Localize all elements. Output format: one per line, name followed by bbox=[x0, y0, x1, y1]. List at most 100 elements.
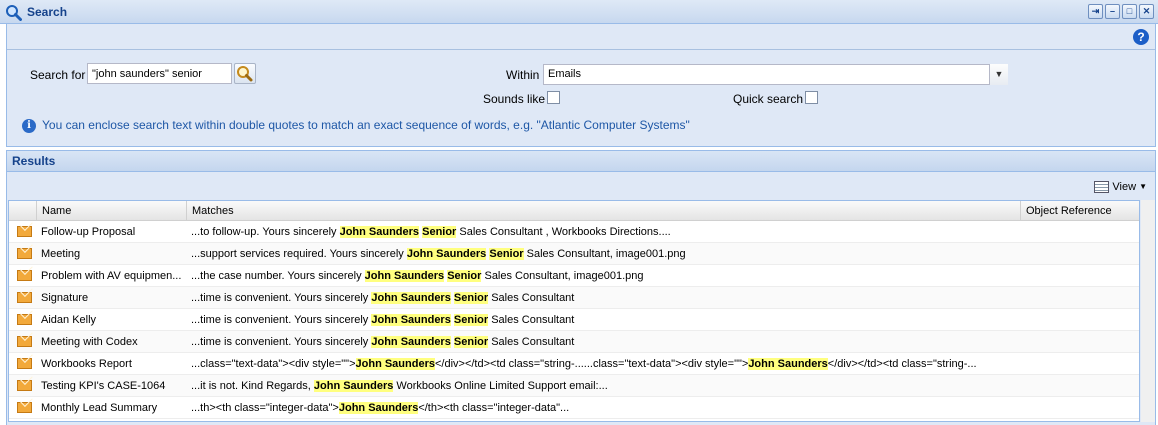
window-title: Search bbox=[27, 5, 68, 19]
search-form: Search for Within Emails ▼ Sounds like Q… bbox=[7, 49, 1155, 147]
column-header-matches[interactable]: Matches bbox=[186, 201, 1020, 221]
row-matches: ...time is convenient. Yours sincerely J… bbox=[186, 331, 1020, 353]
info-icon: i bbox=[22, 119, 36, 133]
match-text: ...time is convenient. Yours sincerely bbox=[191, 292, 372, 304]
match-text: </th><th class="integer-data"... bbox=[418, 402, 570, 414]
match-text: ...time is convenient. Yours sincerely bbox=[191, 314, 372, 326]
match-text: Sales Consultant, image001.png bbox=[523, 248, 686, 260]
table-row[interactable]: Testing KPI's CASE-1064 ...it is not. Kin… bbox=[9, 375, 1139, 397]
maximize-button[interactable]: □ bbox=[1122, 4, 1137, 19]
table-row[interactable]: Problem with AV equipmen... ...the case n… bbox=[9, 265, 1139, 287]
row-matches: ...class="text-data"><div style="">John … bbox=[186, 353, 1020, 375]
sounds-like-checkbox[interactable] bbox=[547, 91, 560, 104]
row-matches: ...time is convenient. Yours sincerely J… bbox=[186, 287, 1020, 309]
table-row[interactable]: Aidan Kelly ...time is convenient. Yours … bbox=[9, 309, 1139, 331]
match-text: </div></td><td class="string-... bbox=[827, 358, 977, 370]
email-icon bbox=[17, 314, 32, 325]
row-matches: ...support services required. Yours sinc… bbox=[186, 243, 1020, 265]
row-name[interactable]: Monthly Lead Summary bbox=[36, 397, 186, 419]
results-title: Results bbox=[12, 154, 56, 168]
match-text: ...to follow-up. Yours sincerely bbox=[191, 226, 340, 238]
quick-search-checkbox[interactable] bbox=[805, 91, 818, 104]
match-highlight: John Saunders bbox=[364, 270, 445, 282]
icon-column-header bbox=[9, 201, 36, 221]
row-object-reference bbox=[1020, 397, 1139, 419]
match-highlight: John Saunders bbox=[313, 380, 394, 392]
table-row[interactable]: Meeting ...support services required. You… bbox=[9, 243, 1139, 265]
search-for-label: Search for bbox=[30, 68, 86, 82]
results-grid: Name Matches Object Reference Follow-up … bbox=[8, 200, 1140, 422]
row-name[interactable]: Meeting with Codex bbox=[36, 331, 186, 353]
row-object-reference bbox=[1020, 265, 1139, 287]
row-matches: ...it is not. Kind Regards, John Saunder… bbox=[186, 375, 1020, 397]
table-row[interactable]: Signature ...time is convenient. Yours si… bbox=[9, 287, 1139, 309]
match-text: ...support services required. Yours sinc… bbox=[191, 248, 407, 260]
quick-search-label: Quick search bbox=[733, 92, 804, 106]
email-icon bbox=[17, 380, 32, 391]
sounds-like-label: Sounds like bbox=[483, 92, 546, 106]
search-form-panel: ? Search for Within Emails ▼ Sounds like… bbox=[6, 24, 1156, 147]
email-icon bbox=[17, 248, 32, 259]
email-icon bbox=[17, 336, 32, 347]
row-name[interactable]: Problem with AV equipmen... bbox=[36, 265, 186, 287]
dropdown-arrow-icon: ▼ bbox=[1139, 182, 1147, 191]
match-highlight: Senior bbox=[447, 270, 482, 282]
match-text: Sales Consultant bbox=[488, 292, 575, 304]
results-panel: View ▼ Name Matches Object Reference Fol… bbox=[6, 172, 1156, 425]
email-icon bbox=[17, 358, 32, 369]
match-highlight: Senior bbox=[489, 248, 524, 260]
email-icon bbox=[17, 292, 32, 303]
row-name[interactable]: Aidan Kelly bbox=[36, 309, 186, 331]
match-highlight: Senior bbox=[422, 226, 457, 238]
row-object-reference bbox=[1020, 287, 1139, 309]
chevron-down-icon[interactable]: ▼ bbox=[989, 64, 1008, 85]
help-icon[interactable]: ? bbox=[1133, 29, 1149, 45]
row-object-reference bbox=[1020, 331, 1139, 353]
match-text: Workbooks Online Limited Support email:.… bbox=[393, 380, 608, 392]
match-text: </div></td><td class="string-......class… bbox=[434, 358, 749, 370]
column-header-name[interactable]: Name bbox=[36, 201, 186, 221]
results-header: Results bbox=[6, 150, 1156, 172]
table-row[interactable]: Monthly Lead Summary ...th><th class="int… bbox=[9, 397, 1139, 419]
column-header-object-reference[interactable]: Object Reference bbox=[1020, 201, 1139, 221]
match-highlight: John Saunders bbox=[371, 292, 451, 304]
match-text: Sales Consultant, image001.png bbox=[481, 270, 644, 282]
match-text: Sales Consultant , Workbooks Directions.… bbox=[456, 226, 671, 238]
table-row[interactable]: Meeting with Codex ...time is convenient.… bbox=[9, 331, 1139, 353]
close-button[interactable]: ✕ bbox=[1139, 4, 1154, 19]
match-highlight: Senior bbox=[453, 292, 489, 304]
match-highlight: Senior bbox=[453, 314, 489, 326]
window-titlebar: Search ⇥ – □ ✕ bbox=[0, 0, 1158, 24]
row-name[interactable]: Workbooks Report bbox=[36, 353, 186, 375]
table-row[interactable]: Workbooks Report ...class="text-data"><di… bbox=[9, 353, 1139, 375]
match-text: Sales Consultant bbox=[488, 314, 575, 326]
match-highlight: John Saunders bbox=[371, 314, 451, 326]
view-button[interactable]: View ▼ bbox=[1094, 178, 1147, 195]
table-view-icon bbox=[1094, 180, 1110, 193]
row-object-reference bbox=[1020, 309, 1139, 331]
view-label: View bbox=[1112, 180, 1137, 193]
row-object-reference bbox=[1020, 353, 1139, 375]
search-button[interactable] bbox=[234, 63, 256, 84]
match-highlight: John Saunders bbox=[355, 358, 435, 370]
minimize-button[interactable]: – bbox=[1105, 4, 1120, 19]
within-label: Within bbox=[506, 68, 540, 82]
email-icon bbox=[17, 226, 32, 237]
row-name[interactable]: Follow-up Proposal bbox=[36, 221, 186, 243]
match-highlight: John Saunders bbox=[748, 358, 828, 370]
scrollbar[interactable] bbox=[1141, 200, 1155, 422]
match-highlight: John Saunders bbox=[339, 226, 420, 238]
row-object-reference bbox=[1020, 221, 1139, 243]
row-name[interactable]: Testing KPI's CASE-1064 bbox=[36, 375, 186, 397]
row-object-reference bbox=[1020, 243, 1139, 265]
pin-button[interactable]: ⇥ bbox=[1088, 4, 1103, 19]
row-name[interactable]: Signature bbox=[36, 287, 186, 309]
match-highlight: Senior bbox=[453, 336, 489, 348]
row-name[interactable]: Meeting bbox=[36, 243, 186, 265]
match-highlight: John Saunders bbox=[338, 402, 419, 414]
search-input[interactable] bbox=[87, 63, 232, 84]
row-matches: ...time is convenient. Yours sincerely J… bbox=[186, 309, 1020, 331]
grid-rows: Follow-up Proposal ...to follow-up. Yours… bbox=[9, 221, 1139, 421]
within-select[interactable]: Emails bbox=[543, 64, 1008, 85]
table-row[interactable]: Follow-up Proposal ...to follow-up. Yours… bbox=[9, 221, 1139, 243]
